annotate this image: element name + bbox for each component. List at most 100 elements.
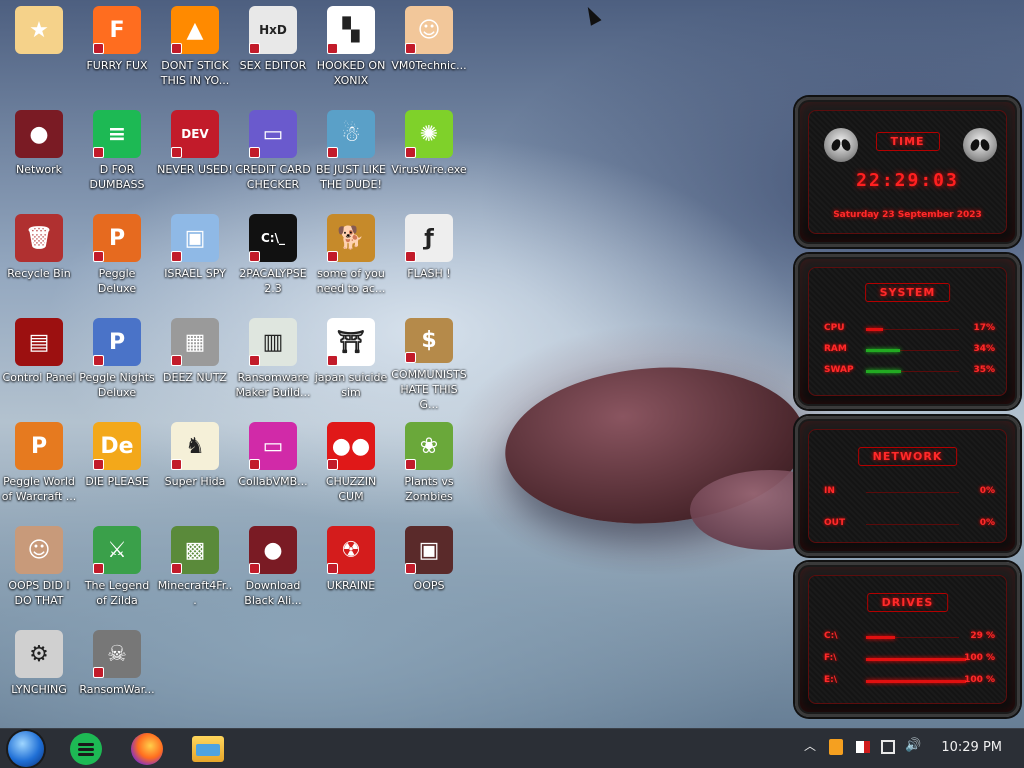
shortcut-arrow-icon (249, 563, 260, 574)
app-icon: ▭ (249, 422, 297, 470)
desktop-icon[interactable]: ⚙ LYNCHING (0, 624, 78, 724)
desktop-icon[interactable]: ✺ VirusWire.exe (390, 104, 468, 204)
row-value: 0% (979, 518, 995, 528)
app-icon: ☺ (405, 6, 453, 54)
app-icon: ▤ (15, 318, 63, 366)
shortcut-arrow-icon (93, 355, 104, 366)
desktop-icon[interactable]: ⚔ The Legend of Zilda (78, 520, 156, 620)
desktop-icon-label: Recycle Bin (7, 267, 71, 280)
desktop-icon[interactable]: HxD SEX EDITOR (234, 0, 312, 100)
app-icon: ♞ (171, 422, 219, 470)
alien-head-icon-left (824, 128, 858, 162)
desktop-icon[interactable]: ☃ BE JUST LIKE THE DUDE! (312, 104, 390, 204)
desktop-icon[interactable]: ☢ UKRAINE (312, 520, 390, 620)
desktop-icon[interactable]: ▤ Control Panel (0, 312, 78, 412)
shortcut-arrow-icon (249, 459, 260, 470)
app-icon: ▚ (327, 6, 375, 54)
desktop-icon[interactable]: ▩ Minecraft4Fr... (156, 520, 234, 620)
firefox-icon[interactable] (131, 733, 163, 765)
app-icon: ▲ (171, 6, 219, 54)
desktop-icon[interactable]: ▚ HOOKED ON XONIX (312, 0, 390, 100)
desktop-icon[interactable]: P Peggle World of Warcraft ... (0, 416, 78, 516)
desktop-icon[interactable]: ≡ D FOR DUMBASS (78, 104, 156, 204)
desktop-icon[interactable]: 🐕 some of you need to ac... (312, 208, 390, 308)
desktop-icon-label: VirusWire.exe (391, 163, 467, 176)
desktop-icon-label: some of you need to ac... (316, 267, 386, 295)
desktop-icon[interactable]: ● Network (0, 104, 78, 204)
chevron-up-icon[interactable]: ︿ (804, 737, 816, 754)
shortcut-arrow-icon (93, 251, 104, 262)
desktop-icon[interactable]: C:\_ 2PACALYPSE 2.3 (234, 208, 312, 308)
row-value: 100 % (964, 653, 995, 663)
row-level-bar (866, 636, 895, 639)
desktop-icon-label: DONT STICK THIS IN YO... (160, 59, 230, 87)
desktop-icon[interactable]: DEV NEVER USED! (156, 104, 234, 204)
desktop-icon-label: Peggle World of Warcraft ... (1, 475, 77, 503)
desktop-icon-label: ISRAEL SPY (164, 267, 226, 280)
desktop-icon[interactable]: De DIE PLEASE (78, 416, 156, 516)
desktop-icon[interactable]: ▭ CREDIT CARD CHECKER (234, 104, 312, 204)
desktop-icon-label: COMMUNISTS HATE THIS G... (391, 368, 467, 411)
app-icon: ▣ (171, 214, 219, 262)
shortcut-arrow-icon (405, 352, 416, 363)
volume-icon[interactable]: 🔊 (905, 738, 921, 753)
taskbar-clock[interactable]: 10:29 PM (941, 740, 1002, 755)
desktop-icon[interactable]: ▦ DEEZ NUTZ (156, 312, 234, 412)
desktop-icon[interactable]: ▣ ISRAEL SPY (156, 208, 234, 308)
row-value: 100 % (964, 675, 995, 685)
desktop-icon-label: VM0Technic... (391, 59, 467, 72)
desktop-icon[interactable]: P Peggle Nights Deluxe (78, 312, 156, 412)
notification-app-icon[interactable] (829, 739, 843, 755)
file-explorer-icon[interactable] (192, 736, 224, 762)
shortcut-arrow-icon (93, 147, 104, 158)
desktop-icon[interactable]: F FURRY FUX (78, 0, 156, 100)
shortcut-arrow-icon (171, 459, 182, 470)
desktop-icon[interactable]: ⛩ japan suicide sim (312, 312, 390, 412)
app-icon: DEV (171, 110, 219, 158)
desktop-icon[interactable]: ☺ OOPS DID I DO THAT (0, 520, 78, 620)
row-level-bar (866, 328, 883, 331)
desktop-icon[interactable]: ★ (0, 0, 78, 100)
app-icon: ▭ (249, 110, 297, 158)
desktop-icon[interactable]: ❀ Plants vs Zombies (390, 416, 468, 516)
app-icon: ❀ (405, 422, 453, 470)
desktop-icon[interactable]: $ COMMUNISTS HATE THIS G... (390, 312, 468, 412)
desktop-icon[interactable]: 🗑 Recycle Bin (0, 208, 78, 308)
desktop-icon[interactable]: ▲ DONT STICK THIS IN YO... (156, 0, 234, 100)
row-level-bar (866, 658, 966, 661)
desktop-icon[interactable]: ☠ RansomWar... (78, 624, 156, 724)
desktop-icon[interactable]: ▭ CollabVMB... (234, 416, 312, 516)
flag-icon[interactable] (856, 741, 870, 753)
desktop-icon[interactable]: ▣ OOPS (390, 520, 468, 620)
app-icon: HxD (249, 6, 297, 54)
desktop-icon[interactable]: ▥ Ransomware Maker Build... (234, 312, 312, 412)
drives-row: E:\ 100 % (824, 675, 995, 687)
desktop-icon[interactable]: ♞ Super Hida (156, 416, 234, 516)
start-orb[interactable] (8, 731, 44, 767)
app-icon: P (93, 318, 141, 366)
shortcut-arrow-icon (405, 147, 416, 158)
spotify-icon[interactable] (70, 733, 102, 765)
desktop-icon[interactable]: ƒ FLASH ! (390, 208, 468, 308)
system-row: CPU 17% (824, 323, 995, 335)
desktop-icon-label: CHUZZIN CUM (325, 475, 377, 503)
desktop-icon[interactable]: ●● CHUZZIN CUM (312, 416, 390, 516)
desktop-icon[interactable]: P Peggle Deluxe (78, 208, 156, 308)
shortcut-arrow-icon (405, 43, 416, 54)
shortcut-arrow-icon (93, 667, 104, 678)
desktop-icon-label: SEX EDITOR (239, 59, 307, 72)
desktop-icon[interactable]: ● Download Black Ali... (234, 520, 312, 620)
row-value: 29 % (970, 631, 995, 641)
app-icon: P (15, 422, 63, 470)
drives-widget: DRIVES C:\ 29 % F:\ 100 % E:\ 100 % (795, 562, 1020, 717)
row-value: 0% (979, 486, 995, 496)
desktop-icon[interactable]: ☺ VM0Technic... (390, 0, 468, 100)
app-icon: ▩ (171, 526, 219, 574)
network-icon[interactable] (881, 740, 895, 754)
app-icon: ▦ (171, 318, 219, 366)
network-widget: NETWORK IN 0% OUT 0% (795, 416, 1020, 556)
desktop-icon-label: Ransomware Maker Build... (235, 371, 311, 399)
time-widget-title: TIME (875, 132, 940, 151)
app-icon: 🐕 (327, 214, 375, 262)
desktop-icon-label: The Legend of Zilda (84, 579, 150, 607)
